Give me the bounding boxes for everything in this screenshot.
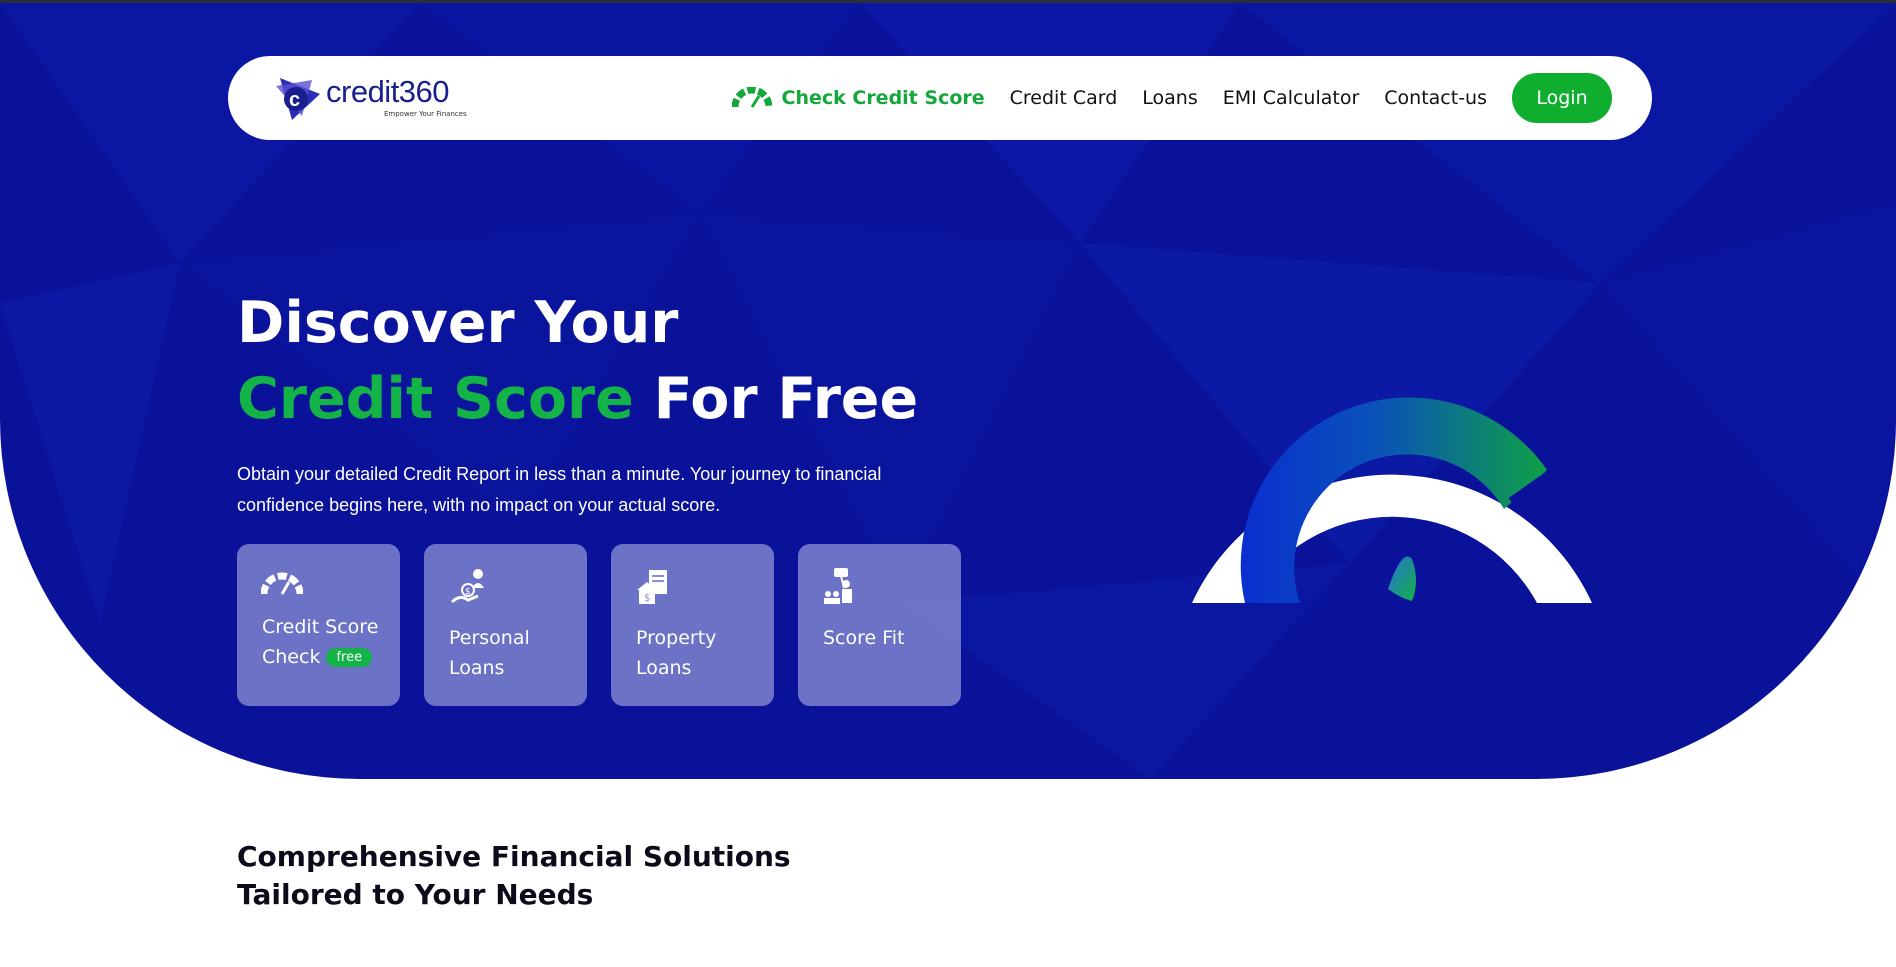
speedometer-icon (261, 572, 303, 595)
house-document-icon: $ (637, 570, 667, 604)
hero-headline: Discover Your Credit Score For Free (237, 285, 918, 437)
nav-link-emi-calculator[interactable]: EMI Calculator (1223, 87, 1360, 109)
credit-score-gauge (1192, 397, 1598, 603)
svg-text:$: $ (465, 587, 471, 597)
brand-logo[interactable]: c credit360 Empower Your Finances (272, 72, 472, 128)
brand-tagline: Empower Your Finances (384, 110, 467, 118)
card-score-fit[interactable]: Score Fit (798, 544, 961, 706)
card-label: Credit Score Check free (262, 612, 378, 672)
svg-text:$: $ (644, 593, 650, 604)
headline-highlight: Credit Score (237, 366, 634, 432)
nav-link-loans[interactable]: Loans (1142, 87, 1197, 109)
check-credit-score-label: Check Credit Score (781, 87, 985, 109)
headline-line1: Discover Your (237, 290, 679, 356)
card-label-line1: Score Fit (823, 627, 905, 649)
card-label-line1: Personal (449, 627, 530, 649)
card-label-line1: Credit Score (262, 616, 379, 638)
money-hand-icon: $ (450, 569, 484, 604)
card-label: Personal Loans (449, 623, 530, 683)
hero-section: c credit360 Empower Your Finances Check … (0, 3, 1896, 779)
section-title: Comprehensive Financial Solutions Tailor… (237, 838, 791, 914)
card-personal-loans[interactable]: $ Personal Loans (424, 544, 587, 706)
card-label-line2: Loans (449, 657, 505, 679)
card-label-line2: Check (262, 646, 321, 668)
card-label-line1: Property (636, 627, 717, 649)
nav-link-contact[interactable]: Contact-us (1384, 87, 1487, 109)
brand-name: credit360 (326, 74, 450, 109)
hero-description: Obtain your detailed Credit Report in le… (237, 464, 882, 515)
svg-text:c: c (289, 89, 300, 111)
section-title-line2: Tailored to Your Needs (237, 878, 594, 911)
headline-rest: For Free (633, 366, 919, 432)
gauge-needle-icon (1388, 556, 1416, 601)
card-label: Score Fit (823, 623, 905, 653)
logo-mark-icon: c (276, 78, 320, 120)
speedometer-icon (731, 87, 772, 108)
navbar: c credit360 Empower Your Finances Check … (228, 56, 1652, 140)
card-credit-score-check[interactable]: Credit Score Check free (237, 544, 400, 706)
people-presentation-icon (824, 568, 852, 604)
card-property-loans[interactable]: $ Property Loans (611, 544, 774, 706)
card-label-line2: Loans (636, 657, 692, 679)
card-label: Property Loans (636, 623, 716, 683)
free-badge: free (326, 648, 373, 667)
nav-links: Check Credit Score Credit Card Loans EMI… (707, 56, 1612, 140)
section-title-line1: Comprehensive Financial Solutions (237, 840, 791, 873)
nav-link-credit-card[interactable]: Credit Card (1010, 87, 1118, 109)
check-credit-score-link[interactable]: Check Credit Score (731, 87, 985, 109)
service-cards: Credit Score Check free $ Personal Loans (237, 544, 985, 706)
login-button[interactable]: Login (1512, 73, 1612, 123)
